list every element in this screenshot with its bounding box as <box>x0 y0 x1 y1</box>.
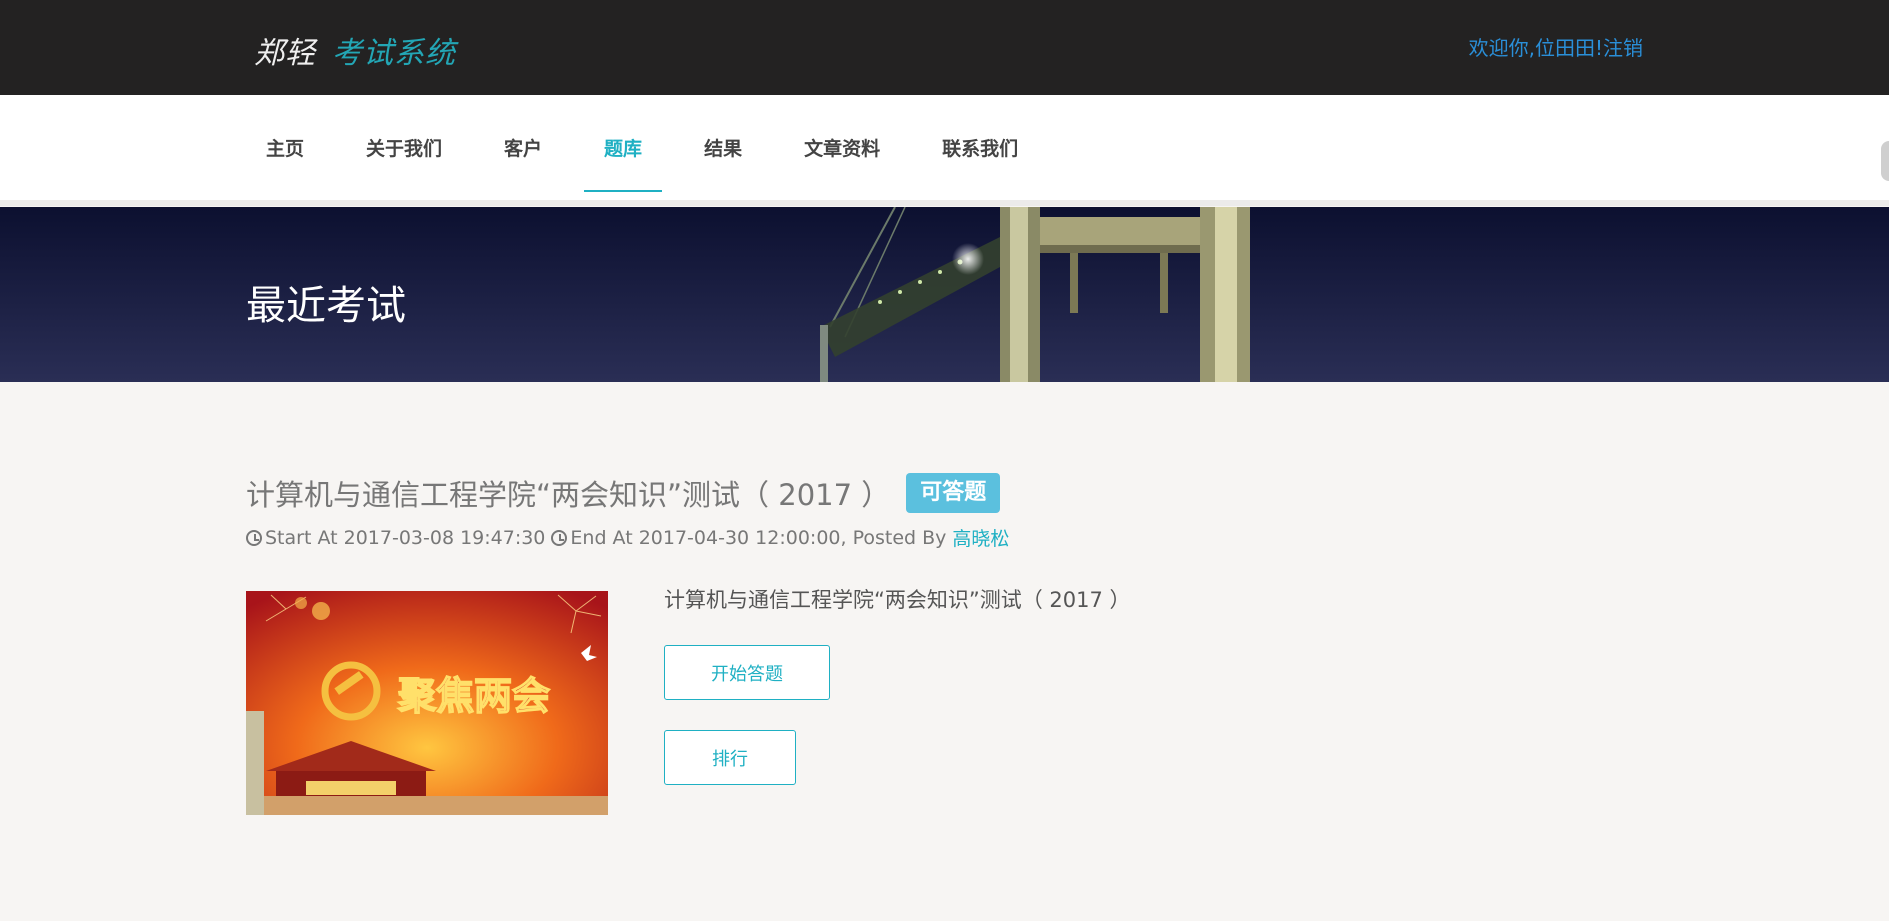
page-title: 最近考试 <box>246 283 406 329</box>
exam-thumbnail: 聚焦两会 <box>246 591 608 815</box>
brand-subtitle: 考试系统 <box>332 36 456 71</box>
ranking-button[interactable]: 排行 <box>664 730 796 785</box>
page-banner: 最近考试 <box>0 207 1889 382</box>
nav-item-contact[interactable]: 联系我们 <box>922 95 1038 200</box>
main-navbar: 主页 关于我们 客户 题库 结果 文章资料 联系我们 <box>0 95 1889 206</box>
exam-description: 计算机与通信工程学院“两会知识”测试（ 2017 ） <box>664 588 1131 612</box>
clock-icon <box>246 529 262 546</box>
clock-icon <box>551 529 568 546</box>
user-links: 欢迎你,位田田!注销 <box>1469 32 1643 61</box>
top-header: 郑轻 考试系统 欢迎你,位田田!注销 <box>0 0 1889 95</box>
exam-title[interactable]: 计算机与通信工程学院“两会知识”测试（ 2017 ） <box>246 472 890 514</box>
nav-item-results[interactable]: 结果 <box>684 95 762 200</box>
exam-meta: Start At 2017-03-08 19:47:30 End At 2017… <box>246 524 1009 551</box>
start-exam-button[interactable]: 开始答题 <box>664 645 830 700</box>
nav-item-question-bank[interactable]: 题库 <box>584 95 663 200</box>
welcome-user-link[interactable]: 欢迎你,位田田! <box>1469 36 1603 60</box>
nav-item-home[interactable]: 主页 <box>246 95 324 200</box>
nav-menu: 主页 关于我们 客户 题库 结果 文章资料 联系我们 <box>246 95 1060 200</box>
status-badge: 可答题 <box>906 473 1001 513</box>
nav-item-clients[interactable]: 客户 <box>484 95 562 200</box>
site-logo[interactable]: 郑轻 考试系统 <box>254 28 456 72</box>
end-time: End At 2017-04-30 12:00:00, Posted By <box>570 526 947 549</box>
scroll-handle[interactable] <box>1881 141 1889 181</box>
brand-name: 郑轻 <box>254 36 316 71</box>
start-time: Start At 2017-03-08 19:47:30 <box>265 526 546 549</box>
nav-item-about[interactable]: 关于我们 <box>346 95 462 200</box>
thumbnail-text: 聚焦两会 <box>397 674 550 718</box>
exam-title-row: 计算机与通信工程学院“两会知识”测试（ 2017 ） 可答题 <box>246 472 1001 514</box>
nav-item-articles[interactable]: 文章资料 <box>784 95 900 200</box>
author-link[interactable]: 高晓松 <box>952 524 1009 551</box>
logout-link[interactable]: 注销 <box>1603 36 1643 60</box>
